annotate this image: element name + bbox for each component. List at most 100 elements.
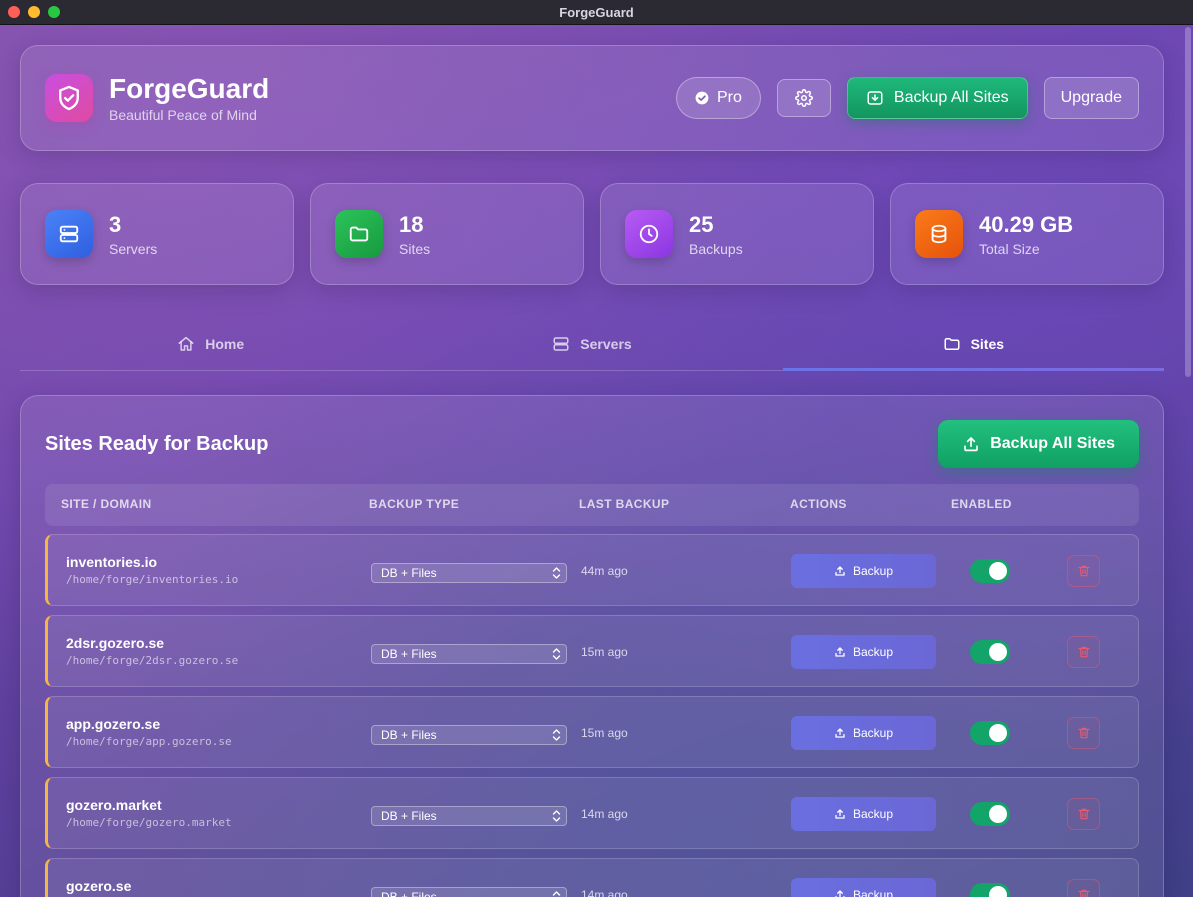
column-header-site: SITE / DOMAIN bbox=[61, 497, 152, 511]
backup-all-sites-header-button[interactable]: Backup All Sites bbox=[846, 77, 1028, 119]
select-caret-icon bbox=[552, 891, 561, 896]
backup-site-button[interactable]: Backup bbox=[791, 635, 936, 669]
toggle-knob bbox=[989, 886, 1007, 897]
tab-servers-label: Servers bbox=[580, 335, 632, 352]
site-path: /home/forge/gozero.market bbox=[66, 816, 232, 829]
select-caret-icon bbox=[552, 810, 561, 822]
backup-site-label: Backup bbox=[852, 726, 894, 740]
enabled-toggle[interactable] bbox=[970, 883, 1010, 897]
tab-sites[interactable]: Sites bbox=[782, 317, 1165, 371]
enabled-toggle[interactable] bbox=[970, 721, 1010, 745]
tab-sites-label: Sites bbox=[970, 335, 1005, 352]
backup-site-button[interactable]: Backup bbox=[791, 716, 936, 750]
site-name: app.gozero.se bbox=[66, 716, 161, 732]
delete-site-button[interactable] bbox=[1067, 879, 1100, 897]
table-row: gozero.market /home/forge/gozero.market … bbox=[45, 777, 1139, 849]
window-controls bbox=[8, 6, 60, 18]
minimize-window-button[interactable] bbox=[28, 6, 40, 18]
column-header-enabled: ENABLED bbox=[951, 497, 1012, 511]
backup-site-label: Backup bbox=[852, 645, 894, 659]
column-header-actions: ACTIONS bbox=[790, 497, 847, 511]
delete-site-button[interactable] bbox=[1067, 798, 1100, 830]
tab-servers[interactable]: Servers bbox=[401, 317, 782, 370]
stat-card-servers: 3 Servers bbox=[20, 183, 294, 285]
last-backup: 44m ago bbox=[581, 564, 628, 578]
delete-site-button[interactable] bbox=[1067, 636, 1100, 668]
upload-icon bbox=[835, 728, 845, 738]
site-name: inventories.io bbox=[66, 554, 158, 570]
backup-type-select[interactable]: DB + Files bbox=[371, 563, 567, 583]
backup-type-value: DB + Files bbox=[381, 647, 437, 661]
app-header: ForgeGuard Beautiful Peace of Mind Pro B… bbox=[20, 45, 1164, 151]
site-path: /home/forge/2dsr.gozero.se bbox=[66, 654, 239, 667]
stat-card-sites: 18 Sites bbox=[310, 183, 584, 285]
site-path: /home/forge/app.gozero.se bbox=[66, 735, 232, 748]
clock-icon bbox=[625, 210, 673, 258]
shield-check-icon bbox=[45, 74, 93, 122]
backup-type-select[interactable]: DB + Files bbox=[371, 725, 567, 745]
site-name: gozero.se bbox=[66, 878, 132, 894]
table-header: SITE / DOMAIN BACKUP TYPE LAST BACKUP AC… bbox=[45, 484, 1139, 526]
upload-icon bbox=[835, 890, 845, 897]
delete-site-button[interactable] bbox=[1067, 555, 1100, 587]
settings-button[interactable] bbox=[776, 79, 831, 117]
download-tray-icon bbox=[867, 91, 883, 105]
upgrade-button[interactable]: Upgrade bbox=[1043, 77, 1139, 119]
stat-value-backups: 25 bbox=[689, 211, 714, 237]
brand: ForgeGuard Beautiful Peace of Mind bbox=[109, 73, 269, 123]
trash-icon bbox=[1077, 727, 1090, 739]
brand-tagline: Beautiful Peace of Mind bbox=[109, 107, 257, 123]
backup-site-button[interactable]: Backup bbox=[791, 797, 936, 831]
upload-icon bbox=[964, 437, 979, 452]
delete-site-button[interactable] bbox=[1067, 717, 1100, 749]
table-row: gozero.se DB + Files 14m ago Backup bbox=[45, 858, 1139, 897]
backup-site-button[interactable]: Backup bbox=[791, 554, 936, 588]
backup-type-value: DB + Files bbox=[381, 728, 437, 742]
upload-icon bbox=[835, 566, 845, 576]
site-name: gozero.market bbox=[66, 797, 162, 813]
site-path: /home/forge/inventories.io bbox=[66, 573, 239, 586]
tab-home[interactable]: Home bbox=[20, 317, 401, 370]
stat-label-sites: Sites bbox=[399, 240, 431, 257]
stat-card-backups: 25 Backups bbox=[600, 183, 874, 285]
home-icon bbox=[178, 336, 194, 351]
enabled-toggle[interactable] bbox=[970, 640, 1010, 664]
tab-home-label: Home bbox=[205, 335, 245, 352]
folder-icon bbox=[944, 337, 960, 350]
backup-all-sites-button[interactable]: Backup All Sites bbox=[938, 420, 1139, 468]
site-name: 2dsr.gozero.se bbox=[66, 635, 165, 651]
backup-site-label: Backup bbox=[852, 888, 894, 897]
backup-site-label: Backup bbox=[852, 807, 894, 821]
close-window-button[interactable] bbox=[8, 6, 20, 18]
table-row: app.gozero.se /home/forge/app.gozero.se … bbox=[45, 696, 1139, 768]
backup-site-button[interactable]: Backup bbox=[791, 878, 936, 897]
server-icon bbox=[553, 336, 569, 351]
title-bar: ForgeGuard bbox=[0, 0, 1193, 25]
select-caret-icon bbox=[552, 567, 561, 579]
last-backup: 14m ago bbox=[581, 888, 628, 897]
server-icon bbox=[45, 210, 93, 258]
backup-type-select[interactable]: DB + Files bbox=[371, 806, 567, 826]
scrollbar-thumb[interactable] bbox=[1185, 27, 1191, 377]
last-backup: 15m ago bbox=[581, 726, 628, 740]
column-header-backup-type: BACKUP TYPE bbox=[369, 497, 460, 511]
toggle-knob bbox=[989, 643, 1007, 661]
trash-icon bbox=[1077, 808, 1090, 820]
stat-value-total-size: 40.29 GB bbox=[979, 211, 1074, 237]
pro-badge-button[interactable]: Pro bbox=[675, 77, 761, 119]
check-circle-icon bbox=[695, 91, 709, 105]
zoom-window-button[interactable] bbox=[48, 6, 60, 18]
backup-type-select[interactable]: DB + Files bbox=[371, 887, 567, 897]
backup-type-select[interactable]: DB + Files bbox=[371, 644, 567, 664]
enabled-toggle[interactable] bbox=[970, 559, 1010, 583]
last-backup: 15m ago bbox=[581, 645, 628, 659]
enabled-toggle[interactable] bbox=[970, 802, 1010, 826]
table-row: inventories.io /home/forge/inventories.i… bbox=[45, 534, 1139, 606]
stat-label-servers: Servers bbox=[109, 240, 158, 257]
pro-label: Pro bbox=[716, 89, 742, 106]
upgrade-label: Upgrade bbox=[1060, 89, 1122, 106]
backup-all-sites-header-label: Backup All Sites bbox=[893, 89, 1009, 106]
backup-all-sites-label: Backup All Sites bbox=[990, 435, 1115, 452]
scrollbar[interactable] bbox=[1183, 25, 1193, 897]
brand-name: ForgeGuard bbox=[109, 73, 270, 104]
